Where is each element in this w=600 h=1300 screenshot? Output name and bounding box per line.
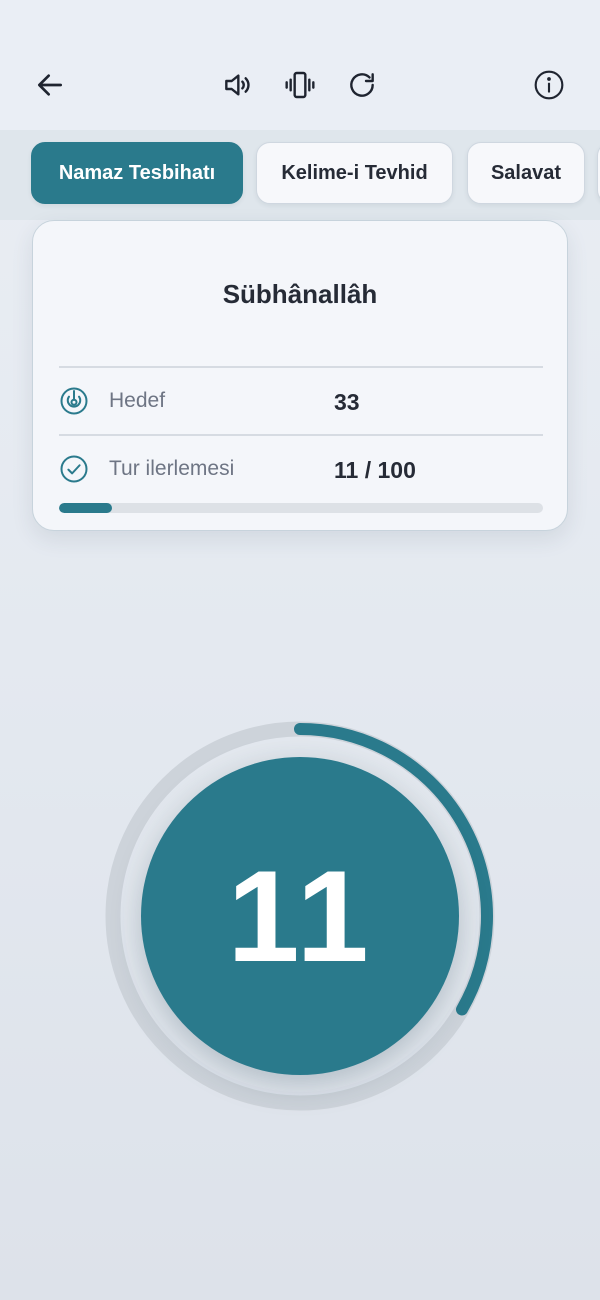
top-bar	[0, 0, 600, 130]
target-value: 33	[334, 389, 360, 415]
info-icon	[534, 70, 564, 100]
round-progress-label: Tur ilerlemesi	[109, 457, 235, 480]
round-progress-value: 11 / 100	[334, 457, 416, 483]
reset-button[interactable]	[340, 63, 384, 107]
target-label: Hedef	[109, 389, 166, 412]
info-button[interactable]	[527, 63, 571, 107]
volume-icon	[225, 74, 250, 96]
tab-namaz-tesbihati[interactable]: Namaz Tesbihatı	[31, 142, 243, 204]
vibrate-icon	[285, 71, 315, 99]
category-tabs: Namaz Tesbihatı Kelime-i Tevhid Salavat	[0, 130, 600, 220]
target-icon	[60, 387, 88, 415]
counter-value: 11	[227, 843, 373, 989]
tab-kelime-i-tevhid[interactable]: Kelime-i Tevhid	[256, 142, 453, 204]
dhikr-info-card: Sübhânallâh Hedef 33 Tur ilerlemesi 11 /…	[32, 220, 568, 531]
tab-salavat[interactable]: Salavat	[467, 142, 585, 204]
divider	[59, 434, 543, 436]
counter-area: 11	[100, 716, 500, 1116]
counter-button[interactable]: 11	[141, 757, 459, 1075]
round-progress-bar	[59, 503, 543, 513]
divider	[59, 366, 543, 368]
round-progress-fill	[59, 503, 113, 513]
dhikr-title: Sübhânallâh	[222, 279, 378, 309]
vibrate-toggle-button[interactable]	[278, 63, 322, 107]
sound-toggle-button[interactable]	[215, 63, 259, 107]
refresh-icon	[350, 73, 374, 97]
check-circle-icon	[60, 455, 88, 483]
back-button[interactable]	[28, 63, 72, 107]
arrow-left-icon	[38, 74, 62, 96]
